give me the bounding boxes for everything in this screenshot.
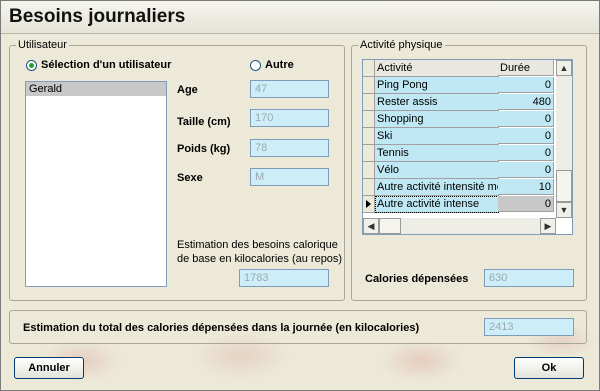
activity-cell[interactable]: Ski xyxy=(375,128,499,145)
duration-cell[interactable]: 0 xyxy=(498,128,554,144)
row-selector[interactable] xyxy=(363,145,375,162)
duration-cell[interactable]: 0 xyxy=(498,196,554,212)
current-row-arrow-icon xyxy=(366,200,371,208)
activity-cell[interactable]: Shopping xyxy=(375,111,499,128)
scroll-down-button[interactable]: ▼ xyxy=(556,202,572,218)
row-selector[interactable] xyxy=(363,94,375,111)
base-estimate-field[interactable]: 1783 xyxy=(239,269,329,287)
calories-spent-field[interactable]: 630 xyxy=(484,269,574,287)
other-radio[interactable] xyxy=(250,60,261,71)
dialog-window: Besoins journaliers Utilisateur Sélectio… xyxy=(0,0,600,391)
vertical-scroll-thumb[interactable] xyxy=(556,170,572,202)
title-bar: Besoins journaliers xyxy=(1,1,599,34)
total-calories-field[interactable]: 2413 xyxy=(484,318,574,336)
other-label[interactable]: Autre xyxy=(265,59,294,71)
sex-label: Sexe xyxy=(177,172,203,184)
ok-button[interactable]: Ok xyxy=(514,357,584,379)
activity-cell[interactable]: Autre activité intense xyxy=(375,196,499,213)
cancel-button[interactable]: Annuler xyxy=(14,357,84,379)
duration-cell[interactable]: 0 xyxy=(498,145,554,161)
base-estimate-label-line1: Estimation des besoins calorique xyxy=(177,239,338,251)
horizontal-scrollbar[interactable]: ◀ ▶ xyxy=(363,218,556,234)
row-selector[interactable] xyxy=(363,111,375,128)
window-title: Besoins journaliers xyxy=(9,6,186,27)
select-user-label[interactable]: Sélection d'un utilisateur xyxy=(41,59,171,71)
select-user-radio[interactable] xyxy=(26,60,37,71)
height-label: Taille (cm) xyxy=(177,116,231,128)
row-header-corner xyxy=(363,60,375,77)
row-selector-current[interactable] xyxy=(363,196,375,213)
column-header-duration[interactable]: Durée (mm) xyxy=(498,60,554,90)
column-header-activity[interactable]: Activité xyxy=(375,60,499,77)
activity-cell[interactable]: Autre activité intensité mo xyxy=(375,179,499,196)
weight-field[interactable]: 78 xyxy=(250,139,329,157)
activity-cell[interactable]: Vélo xyxy=(375,162,499,179)
horizontal-scroll-thumb[interactable] xyxy=(379,218,401,234)
duration-cell[interactable]: 10 xyxy=(498,179,554,195)
activity-cell[interactable]: Ping Pong xyxy=(375,77,499,94)
calories-spent-label: Calories dépensées xyxy=(365,273,469,285)
row-selector[interactable] xyxy=(363,179,375,196)
sex-field[interactable]: M xyxy=(250,168,329,186)
height-field[interactable]: 170 xyxy=(250,109,329,127)
row-selector[interactable] xyxy=(363,128,375,145)
total-calories-label: Estimation du total des calories dépensé… xyxy=(23,322,420,334)
user-listbox[interactable]: Gerald xyxy=(25,81,167,287)
duration-cell[interactable]: 0 xyxy=(498,77,554,93)
vertical-scrollbar[interactable]: ▲ ▼ xyxy=(556,60,572,218)
weight-label: Poids (kg) xyxy=(177,143,231,155)
duration-cell[interactable]: 480 xyxy=(498,94,554,110)
activity-cell[interactable]: Rester assis xyxy=(375,94,499,111)
duration-cell[interactable]: 0 xyxy=(498,162,554,178)
activity-group-legend: Activité physique xyxy=(360,39,443,51)
scroll-up-button[interactable]: ▲ xyxy=(556,60,572,76)
duration-cell[interactable]: 0 xyxy=(498,111,554,127)
activity-grid[interactable]: Activité Durée (mm) Ping Pong 0 Rester a… xyxy=(362,59,573,235)
scroll-right-button[interactable]: ▶ xyxy=(540,218,556,234)
scroll-left-button[interactable]: ◀ xyxy=(363,218,379,234)
activity-cell[interactable]: Tennis xyxy=(375,145,499,162)
row-selector[interactable] xyxy=(363,77,375,94)
row-selector[interactable] xyxy=(363,162,375,179)
user-list-item[interactable]: Gerald xyxy=(26,82,166,96)
user-group-legend: Utilisateur xyxy=(18,39,67,51)
age-field[interactable]: 47 xyxy=(250,80,329,98)
age-label: Age xyxy=(177,84,198,96)
base-estimate-label-line2: de base en kilocalories (au repos) xyxy=(177,253,343,265)
